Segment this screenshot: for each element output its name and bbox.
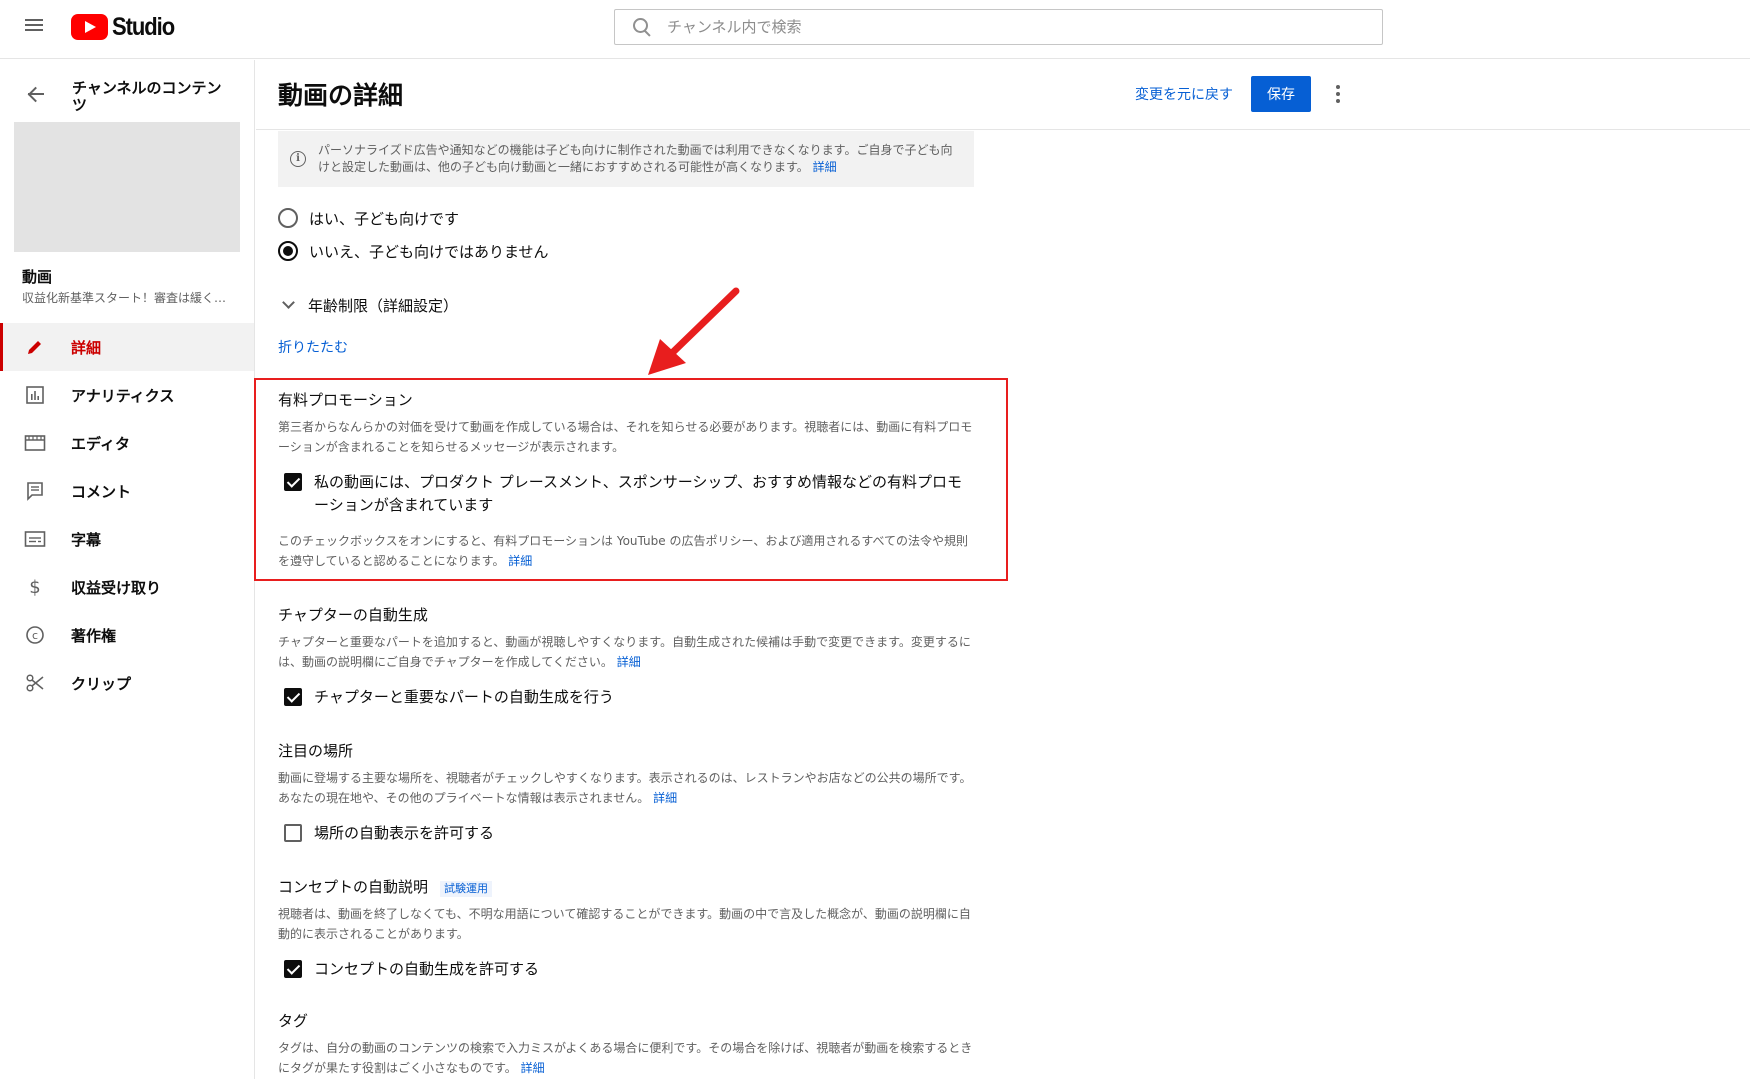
chapters-checkbox-row[interactable]: チャプターと重要なパートの自動生成を行う	[284, 686, 614, 709]
video-title: 収益化新基準スタート！審査は緩く…	[22, 291, 227, 305]
chapters-title: チャプターの自動生成	[278, 606, 428, 624]
sidebar-item-monetization[interactable]: $ 収益受け取り	[0, 563, 254, 611]
places-description: 動画に登場する主要な場所を、視聴者がチェックしやすくなります。表示されるのは、レ…	[278, 771, 972, 805]
annotation-arrow-icon	[648, 287, 740, 375]
learn-more-link[interactable]: 詳細	[508, 554, 532, 568]
auto-concepts-checkbox[interactable]	[284, 960, 302, 978]
age-restriction-toggle[interactable]: 年齢制限（詳細設定）	[278, 293, 458, 317]
pencil-icon	[23, 335, 47, 359]
sidebar-item-label: 詳細	[71, 338, 102, 357]
sidebar-item-label: クリップ	[71, 674, 132, 693]
made-for-kids-no[interactable]: いいえ、子ども向けではありません	[278, 239, 549, 263]
subtitles-icon	[23, 527, 47, 551]
sidebar-item-comments[interactable]: コメント	[0, 467, 254, 515]
sidebar-item-subtitles[interactable]: 字幕	[0, 515, 254, 563]
sidebar-item-clips[interactable]: クリップ	[0, 659, 254, 707]
radio-button[interactable]	[278, 208, 298, 228]
sidebar-item-editor[interactable]: エディタ	[0, 419, 254, 467]
paid-promotion-title: 有料プロモーション	[278, 391, 413, 409]
more-options-icon[interactable]	[1326, 77, 1350, 111]
analytics-icon	[23, 383, 47, 407]
comment-icon	[23, 479, 47, 503]
sidebar-item-details[interactable]: 詳細	[0, 323, 254, 371]
youtube-studio-logo[interactable]: Studio	[71, 13, 183, 41]
menu-icon[interactable]	[22, 16, 46, 40]
details-header: 動画の詳細 変更を元に戻す 保存	[256, 60, 1750, 130]
paid-promotion-description: 第三者からなんらかの対価を受けて動画を作成している場合は、それを知らせる必要があ…	[278, 420, 973, 454]
concepts-description: 視聴者は、動画を終了しなくても、不明な用語について確認することができます。動画の…	[278, 907, 971, 941]
back-to-channel-content[interactable]: チャンネルのコンテンツ	[0, 70, 254, 120]
search-icon[interactable]	[631, 16, 653, 38]
paid-promotion-note: このチェックボックスをオンにすると、有料プロモーションは YouTube の広告…	[278, 534, 969, 568]
video-thumbnail[interactable]	[14, 122, 240, 252]
places-title: 注目の場所	[278, 742, 354, 760]
age-restriction-label: 年齢制限（詳細設定）	[308, 296, 459, 315]
logo-text: Studio	[112, 12, 175, 41]
left-sidebar: チャンネルのコンテンツ 動画 収益化新基準スタート！審査は緩く… 詳細 アナリテ…	[0, 60, 255, 1079]
experimental-badge: 試験運用	[440, 881, 493, 897]
concepts-title: コンセプトの自動説明 試験運用	[278, 876, 493, 897]
scissors-icon	[23, 671, 47, 695]
sidebar-item-label: アナリティクス	[71, 386, 175, 405]
sidebar-item-label: 収益受け取り	[71, 578, 162, 597]
undo-changes-button[interactable]: 変更を元に戻す	[1135, 84, 1233, 104]
checkbox-label: コンセプトの自動生成を許可する	[314, 960, 540, 978]
sidebar-item-analytics[interactable]: アナリティクス	[0, 371, 254, 419]
tags-description: タグは、自分の動画のコンテンツの検索で入力ミスがよくある場合に便利です。その場合…	[278, 1041, 973, 1075]
page-title: 動画の詳細	[278, 81, 404, 110]
sidebar-item-label: コメント	[71, 482, 132, 501]
search-input[interactable]	[667, 18, 1267, 36]
kids-info-box: i パーソナライズド広告や通知などの機能は子ども向けに制作された動画では利用でき…	[278, 131, 974, 187]
learn-more-link[interactable]: 詳細	[653, 791, 677, 805]
learn-more-link[interactable]: 詳細	[521, 1061, 545, 1075]
radio-label: はい、子ども向けです	[309, 209, 460, 228]
video-label: 動画	[22, 268, 53, 286]
sidebar-nav: 詳細 アナリティクス エディタ コメント 字幕 $ 収益受け取り c 著作権 ク…	[0, 323, 254, 707]
tags-title: タグ	[278, 1012, 309, 1030]
back-title: チャンネルのコンテンツ	[72, 79, 222, 114]
collapse-link[interactable]: 折りたたむ	[278, 337, 348, 357]
sidebar-item-label: 字幕	[71, 530, 102, 549]
auto-places-checkbox[interactable]	[284, 824, 302, 842]
sidebar-item-label: エディタ	[71, 434, 130, 453]
checkbox-label: 私の動画には、プロダクト プレースメント、スポンサーシップ、おすすめ情報などの有…	[314, 473, 962, 514]
auto-chapters-checkbox[interactable]	[284, 688, 302, 706]
svg-text:c: c	[32, 629, 38, 642]
learn-more-link[interactable]: 詳細	[617, 655, 641, 669]
details-form: i パーソナライズド広告や通知などの機能は子ども向けに制作された動画では利用でき…	[256, 131, 1750, 1079]
made-for-kids-yes[interactable]: はい、子ども向けです	[278, 206, 459, 230]
copyright-icon: c	[23, 623, 47, 647]
radio-label: いいえ、子ども向けではありません	[309, 242, 549, 261]
editor-icon	[23, 431, 47, 455]
paid-promotion-checkbox[interactable]	[284, 473, 302, 491]
info-icon: i	[290, 151, 306, 167]
search-bar[interactable]	[614, 9, 1383, 45]
places-checkbox-row[interactable]: 場所の自動表示を許可する	[284, 822, 494, 845]
top-app-bar: Studio	[0, 0, 1750, 59]
kids-info-text: パーソナライズド広告や通知などの機能は子ども向けに制作された動画では利用できなく…	[318, 143, 953, 174]
concepts-checkbox-row[interactable]: コンセプトの自動生成を許可する	[284, 958, 539, 981]
chapters-description: チャプターと重要なパートを追加すると、動画が視聴しやすくなります。自動生成された…	[278, 635, 971, 669]
youtube-play-icon	[71, 14, 108, 40]
sidebar-item-label: 著作権	[71, 626, 117, 645]
checkbox-label: 場所の自動表示を許可する	[314, 824, 495, 842]
paid-promotion-checkbox-row[interactable]: 私の動画には、プロダクト プレースメント、スポンサーシップ、おすすめ情報などの有…	[284, 471, 964, 517]
sidebar-item-copyright[interactable]: c 著作権	[0, 611, 254, 659]
dollar-icon: $	[29, 576, 41, 598]
checkbox-label: チャプターと重要なパートの自動生成を行う	[314, 688, 614, 706]
chevron-down-icon	[278, 295, 298, 315]
learn-more-link[interactable]: 詳細	[813, 160, 837, 174]
radio-button[interactable]	[278, 241, 298, 261]
save-button[interactable]: 保存	[1251, 76, 1311, 112]
back-arrow-icon[interactable]	[24, 82, 48, 106]
